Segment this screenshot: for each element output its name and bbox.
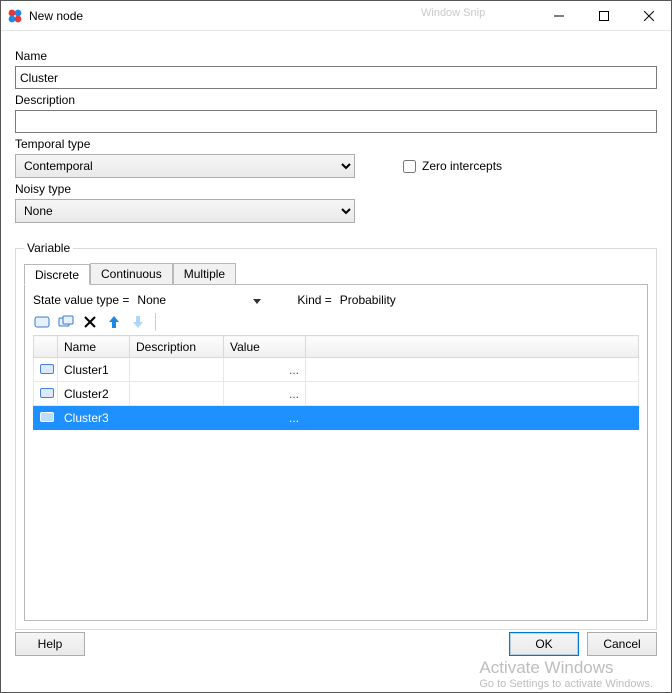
dialog-content: Name Description Temporal type Contempor… bbox=[1, 31, 671, 630]
window-title: New node bbox=[29, 9, 83, 23]
zero-intercepts-checkbox[interactable] bbox=[403, 160, 416, 173]
state-icon bbox=[40, 412, 54, 422]
copy-state-button[interactable] bbox=[57, 313, 75, 331]
cell-name[interactable]: Cluster3 bbox=[58, 406, 130, 430]
tab-multiple[interactable]: Multiple bbox=[173, 263, 236, 284]
cell-name[interactable]: Cluster2 bbox=[58, 382, 130, 406]
variable-group: Variable Discrete Continuous Multiple St… bbox=[15, 241, 657, 630]
col-header-rest[interactable] bbox=[306, 336, 639, 358]
cell-value[interactable]: ... bbox=[224, 358, 306, 382]
temporal-type-label: Temporal type bbox=[15, 137, 657, 151]
zero-intercepts-label: Zero intercepts bbox=[422, 159, 502, 173]
chevron-down-icon bbox=[253, 299, 261, 304]
variable-legend: Variable bbox=[24, 241, 73, 255]
state-icon bbox=[40, 388, 54, 398]
ok-button[interactable]: OK bbox=[509, 632, 579, 656]
titlebar: New node Window Snip bbox=[1, 1, 671, 31]
add-state-button[interactable] bbox=[33, 313, 51, 331]
col-header-icon[interactable] bbox=[34, 336, 58, 358]
table-row[interactable]: Cluster1 ... bbox=[34, 358, 639, 382]
state-icon bbox=[40, 364, 54, 374]
tab-continuous[interactable]: Continuous bbox=[90, 263, 173, 284]
kind-label: Kind = bbox=[297, 293, 331, 307]
help-button[interactable]: Help bbox=[15, 632, 85, 656]
tab-panel-discrete: State value type = None Kind = Probabili… bbox=[24, 285, 648, 621]
cell-description[interactable] bbox=[130, 358, 224, 382]
tab-discrete[interactable]: Discrete bbox=[24, 264, 90, 285]
states-table: Name Description Value Cluster1 ... bbox=[33, 335, 639, 430]
state-value-type-label: State value type = bbox=[33, 293, 129, 307]
activate-windows-watermark: Activate Windows Go to Settings to activ… bbox=[479, 658, 653, 690]
col-header-description[interactable]: Description bbox=[130, 336, 224, 358]
zero-intercepts-row[interactable]: Zero intercepts bbox=[403, 159, 502, 173]
kind-value: Probability bbox=[340, 293, 396, 307]
move-up-button[interactable] bbox=[105, 313, 123, 331]
close-button[interactable] bbox=[626, 1, 671, 31]
move-down-button bbox=[129, 313, 147, 331]
cancel-button[interactable]: Cancel bbox=[587, 632, 657, 656]
ghost-text: Window Snip bbox=[421, 7, 485, 19]
table-row[interactable]: Cluster2 ... bbox=[34, 382, 639, 406]
states-toolbar bbox=[33, 313, 639, 331]
name-input[interactable] bbox=[15, 66, 657, 89]
temporal-type-select[interactable]: Contemporal bbox=[15, 154, 355, 178]
maximize-button[interactable] bbox=[581, 1, 626, 31]
dialog-footer: Help OK Cancel bbox=[15, 632, 657, 656]
toolbar-separator bbox=[155, 313, 156, 331]
col-header-name[interactable]: Name bbox=[58, 336, 130, 358]
name-label: Name bbox=[15, 49, 657, 63]
cell-value[interactable]: ... bbox=[224, 382, 306, 406]
minimize-button[interactable] bbox=[536, 1, 581, 31]
tabs: Discrete Continuous Multiple bbox=[24, 263, 648, 285]
delete-state-button[interactable] bbox=[81, 313, 99, 331]
description-input[interactable] bbox=[15, 110, 657, 133]
cell-value[interactable]: ... bbox=[224, 406, 306, 430]
app-icon bbox=[7, 8, 23, 24]
noisy-type-select[interactable]: None bbox=[15, 199, 355, 223]
noisy-type-label: Noisy type bbox=[15, 182, 657, 196]
cell-name[interactable]: Cluster1 bbox=[58, 358, 130, 382]
cell-description[interactable] bbox=[130, 382, 224, 406]
col-header-value[interactable]: Value bbox=[224, 336, 306, 358]
state-value-type-dropdown[interactable]: None bbox=[137, 293, 261, 307]
cell-description[interactable] bbox=[130, 406, 224, 430]
description-label: Description bbox=[15, 93, 657, 107]
table-row[interactable]: Cluster3 ... bbox=[34, 406, 639, 430]
state-value-row: State value type = None Kind = Probabili… bbox=[33, 293, 639, 307]
